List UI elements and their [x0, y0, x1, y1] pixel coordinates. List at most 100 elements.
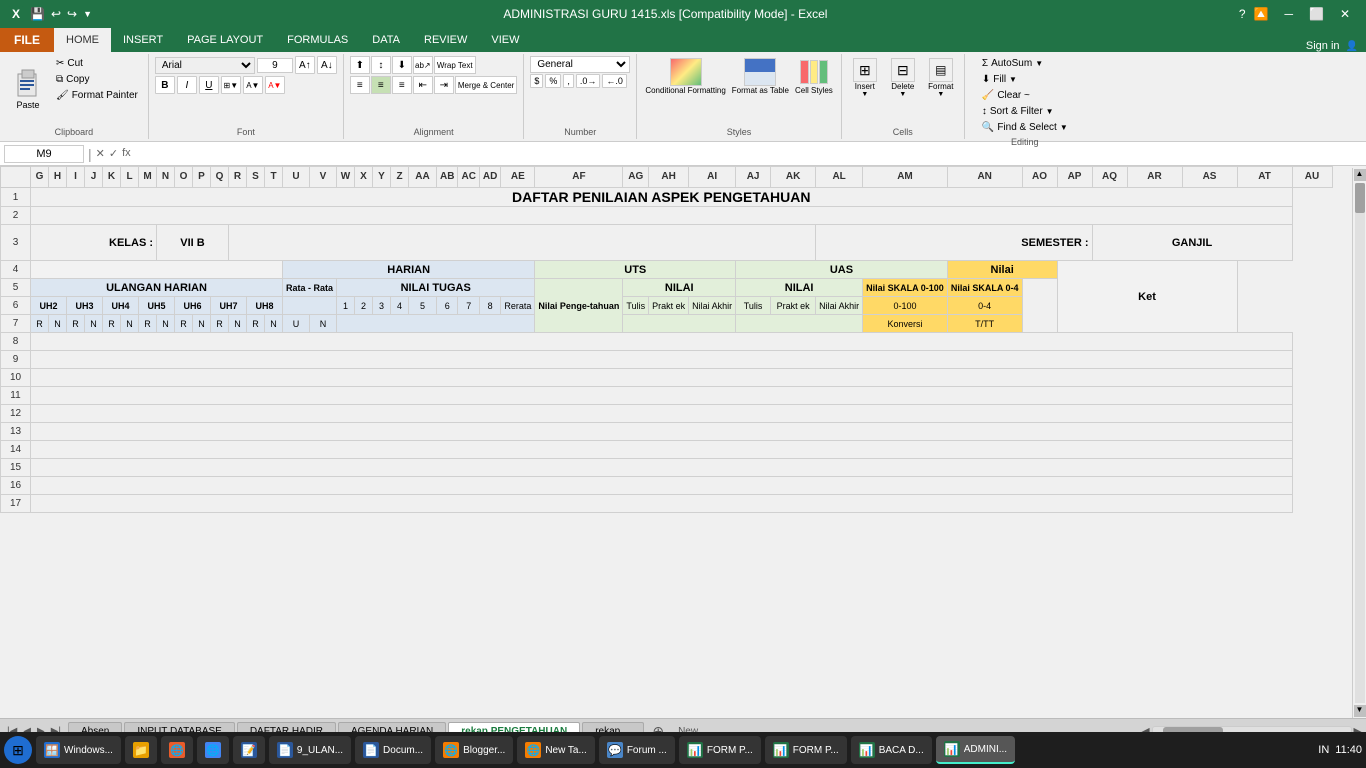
- col-header-AS[interactable]: AS: [1182, 167, 1237, 188]
- taskbar-item-admini[interactable]: 📊 ADMINI...: [936, 736, 1015, 764]
- col-header-X[interactable]: X: [355, 167, 373, 188]
- col-header-AJ[interactable]: AJ: [736, 167, 771, 188]
- cell-styles-button[interactable]: Cell Styles: [793, 56, 835, 97]
- format-button[interactable]: ▤ Format ▼: [924, 56, 958, 100]
- wrap-text-button[interactable]: Wrap Text: [434, 56, 476, 74]
- align-top-button[interactable]: ⬆: [350, 56, 370, 74]
- percent-button[interactable]: %: [545, 74, 561, 88]
- col-header-I[interactable]: I: [67, 167, 85, 188]
- cut-button[interactable]: ✂Cut: [52, 56, 142, 71]
- taskbar-item-formp2[interactable]: 📊 FORM P...: [765, 736, 847, 764]
- col-header-AC[interactable]: AC: [458, 167, 479, 188]
- close-button[interactable]: ✕: [1332, 0, 1358, 28]
- taskbar-item-blogger[interactable]: 🌐 Blogger...: [435, 736, 513, 764]
- align-bottom-button[interactable]: ⬇: [392, 56, 412, 74]
- align-center-button[interactable]: ≡: [371, 76, 391, 94]
- scroll-up-button[interactable]: ▲: [1354, 169, 1366, 181]
- confirm-formula-button[interactable]: ✓: [109, 147, 118, 160]
- col-header-G[interactable]: G: [31, 167, 49, 188]
- col-header-Z[interactable]: Z: [391, 167, 409, 188]
- bold-button[interactable]: B: [155, 76, 175, 94]
- taskbar-item-docum[interactable]: 📄 Docum...: [355, 736, 431, 764]
- font-color-button[interactable]: A▼: [265, 76, 285, 94]
- quick-access-save[interactable]: 💾: [30, 7, 45, 21]
- find-select-button[interactable]: 🔍Find & Select▼: [978, 120, 1072, 135]
- taskbar-item-forum[interactable]: 💬 Forum ...: [599, 736, 675, 764]
- col-header-AU[interactable]: AU: [1292, 167, 1332, 188]
- col-header-R[interactable]: R: [229, 167, 247, 188]
- col-header-AK[interactable]: AK: [771, 167, 816, 188]
- row14-data[interactable]: [31, 441, 1293, 459]
- align-middle-button[interactable]: ↕: [371, 56, 391, 74]
- delete-button[interactable]: ⊟ Delete ▼: [886, 56, 920, 100]
- taskbar-item-newtab[interactable]: 🌐 New Ta...: [517, 736, 595, 764]
- taskbar-item-bacad[interactable]: 📊 BACA D...: [851, 736, 932, 764]
- insert-button[interactable]: ⊞ Insert ▼: [848, 56, 882, 100]
- row17-data[interactable]: [31, 495, 1293, 513]
- ribbon-collapse[interactable]: 🔼: [1254, 7, 1269, 21]
- conditional-formatting-button[interactable]: Conditional Formatting: [643, 56, 727, 97]
- row3-mid[interactable]: [229, 225, 816, 261]
- col-header-V[interactable]: V: [310, 167, 337, 188]
- decimal-decrease-button[interactable]: ←.0: [602, 74, 627, 88]
- taskbar-item-9ulan[interactable]: 📄 9_ULAN...: [269, 736, 351, 764]
- main-title-cell[interactable]: DAFTAR PENILAIAN ASPEK PENGETAHUAN: [31, 188, 1293, 207]
- paste-button[interactable]: Paste: [6, 56, 50, 120]
- col-header-AP[interactable]: AP: [1057, 167, 1092, 188]
- kelas-value-cell[interactable]: VII B: [157, 225, 229, 261]
- grid-scroll[interactable]: G H I J K L M N O P Q R S T U V W: [0, 166, 1366, 718]
- col-header-Q[interactable]: Q: [211, 167, 229, 188]
- col-header-AE[interactable]: AE: [501, 167, 535, 188]
- col-header-O[interactable]: O: [175, 167, 193, 188]
- taskbar-item-windows[interactable]: 🪟 Windows...: [36, 736, 121, 764]
- indent-decrease-button[interactable]: ⇤: [413, 76, 433, 94]
- font-size-increase[interactable]: A↑: [295, 56, 315, 74]
- col-header-AL[interactable]: AL: [816, 167, 863, 188]
- row12-data[interactable]: [31, 405, 1293, 423]
- col-header-S[interactable]: S: [247, 167, 265, 188]
- row16-data[interactable]: [31, 477, 1293, 495]
- col-header-K[interactable]: K: [103, 167, 121, 188]
- tab-insert[interactable]: INSERT: [111, 28, 175, 52]
- account-icon[interactable]: 👤: [1346, 41, 1358, 52]
- formula-input[interactable]: [135, 145, 1362, 163]
- kelas-label-cell[interactable]: KELAS :: [31, 225, 157, 261]
- tab-formulas[interactable]: FORMULAS: [275, 28, 360, 52]
- merge-center-button[interactable]: Merge & Center: [455, 76, 517, 94]
- col-header-L[interactable]: L: [121, 167, 139, 188]
- restore-button[interactable]: ⬜: [1301, 0, 1332, 28]
- copy-button[interactable]: ⧉Copy: [52, 72, 142, 87]
- font-size-decrease[interactable]: A↓: [317, 56, 337, 74]
- quick-access-customize[interactable]: ▼: [83, 9, 92, 19]
- col-header-Y[interactable]: Y: [373, 167, 391, 188]
- tab-review[interactable]: REVIEW: [412, 28, 479, 52]
- indent-increase-button[interactable]: ⇥: [434, 76, 454, 94]
- semester-value-cell[interactable]: GANJIL: [1092, 225, 1292, 261]
- vertical-scrollbar[interactable]: ▲ ▼: [1352, 168, 1366, 718]
- cancel-formula-button[interactable]: ✕: [96, 147, 105, 160]
- row10-data[interactable]: [31, 369, 1293, 387]
- tab-file[interactable]: FILE: [0, 28, 54, 52]
- format-painter-button[interactable]: 🖌Format Painter: [52, 88, 142, 103]
- col-header-AM[interactable]: AM: [863, 167, 948, 188]
- col-header-N[interactable]: N: [157, 167, 175, 188]
- taskbar-item-formp1[interactable]: 📊 FORM P...: [679, 736, 761, 764]
- col-header-AG[interactable]: AG: [623, 167, 649, 188]
- border-button[interactable]: ⊞▼: [221, 76, 241, 94]
- col-header-T[interactable]: T: [265, 167, 283, 188]
- text-angle-button[interactable]: ab↗: [413, 56, 433, 74]
- tab-view[interactable]: VIEW: [479, 28, 531, 52]
- col-header-AD[interactable]: AD: [479, 167, 500, 188]
- minimize-button[interactable]: ─: [1276, 0, 1301, 28]
- row13-data[interactable]: [31, 423, 1293, 441]
- insert-function-button[interactable]: fx: [122, 147, 131, 160]
- font-name-select[interactable]: Arial: [155, 57, 255, 74]
- row2-empty[interactable]: [31, 207, 1293, 225]
- underline-button[interactable]: U: [199, 76, 219, 94]
- tab-home[interactable]: HOME: [54, 28, 111, 52]
- comma-button[interactable]: ,: [563, 74, 574, 88]
- row8-data[interactable]: [31, 333, 1293, 351]
- col-header-M[interactable]: M: [139, 167, 157, 188]
- fill-color-button[interactable]: A▼: [243, 76, 263, 94]
- sign-in-link[interactable]: Sign in: [1306, 40, 1340, 52]
